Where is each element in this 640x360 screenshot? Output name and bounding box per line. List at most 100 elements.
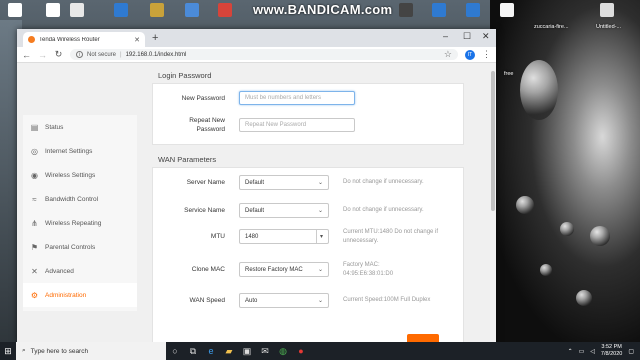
mtu-select[interactable]: 1480 ▾ [239, 229, 329, 244]
search-placeholder: Type here to search [30, 347, 89, 355]
sidebar-item-label: Internet Settings [45, 147, 93, 155]
desktop-wallpaper-drops [490, 0, 640, 342]
new-tab-button[interactable]: + [152, 32, 158, 44]
notification-icon[interactable]: ▢ [628, 348, 634, 355]
service-name-hint: Do not change if unnecessary. [343, 207, 424, 214]
desktop-label[interactable]: zuccaria-fire... [534, 24, 569, 30]
profile-avatar[interactable]: IT [465, 49, 475, 60]
file-explorer-icon[interactable]: ▰ [220, 342, 238, 360]
service-name-select[interactable]: Default ⌄ [239, 203, 329, 218]
watermark: www.BANDICAM.com [253, 2, 393, 17]
sidebar-item-bandwidth-control[interactable]: ≈ Bandwidth Control [23, 187, 137, 211]
wireless-icon: ◉ [31, 170, 38, 180]
sidebar-item-label: Advanced [45, 267, 74, 275]
gear-icon: ⚙ [30, 290, 39, 300]
date: 7/8/2020 [600, 351, 623, 357]
clone-mac-select[interactable]: Restore Factory MAC ⌄ [239, 262, 329, 277]
address-bar[interactable]: i Not secure | 192.168.0.1/index.html ☆ [70, 49, 458, 60]
close-tab-icon[interactable]: ✕ [134, 36, 140, 44]
dropdown-arrow-icon[interactable]: ▾ [315, 230, 323, 243]
edge-icon[interactable]: e [202, 342, 220, 360]
server-name-label: Server Name [186, 179, 225, 186]
sidebar-item-administration[interactable]: ⚙ Administration [23, 283, 137, 307]
new-password-input[interactable]: Must be numbers and letters [239, 91, 355, 105]
file-icon[interactable] [46, 3, 60, 17]
wan-speed-label: WAN Speed [189, 297, 225, 304]
minimize-button[interactable]: – [443, 31, 448, 41]
wan-speed-hint: Current Speed:100M Full Duplex [343, 297, 431, 304]
video-icon[interactable] [466, 3, 480, 17]
forward-button[interactable]: → [38, 50, 47, 60]
video-icon[interactable] [432, 3, 446, 17]
wan-speed-select[interactable]: Auto ⌄ [239, 293, 329, 308]
reload-button[interactable]: ↻ [54, 49, 63, 60]
app-icon[interactable] [114, 3, 128, 17]
sidebar-item-wireless-settings[interactable]: ◉ Wireless Settings [23, 163, 137, 187]
mtu-hint: Current MTU:1480 Do not change if unnece… [343, 228, 463, 245]
file-icon[interactable] [600, 3, 614, 17]
sidebar-item-wireless-repeating[interactable]: ⋔ Wireless Repeating [23, 211, 137, 235]
url-text[interactable]: 192.168.0.1/index.html [126, 52, 187, 58]
tab-title: Tenda Wireless Router [39, 36, 100, 43]
chevron-down-icon: ⌄ [317, 180, 323, 186]
cortana-icon[interactable]: ○ [166, 342, 184, 360]
scrollbar[interactable] [490, 63, 496, 342]
file-icon[interactable] [8, 3, 22, 17]
mail-icon[interactable]: ✉ [256, 342, 274, 360]
sidebar-item-status[interactable]: ▤ Status [23, 115, 137, 139]
maximize-button[interactable]: ☐ [463, 31, 471, 42]
sidebar-item-parental-controls[interactable]: ⚑ Parental Controls [23, 235, 137, 259]
internet-icon: ◎ [31, 146, 38, 156]
taskbar: ⊞ ⌕ Type here to search ○ ⧉ e ▰ ▣ ✉ ◍ ● … [0, 342, 640, 360]
clone-mac-label: Clone MAC [191, 266, 225, 273]
bandicam-icon[interactable]: ● [292, 342, 310, 360]
back-button[interactable]: ← [22, 50, 31, 60]
mtu-value: 1480 [245, 233, 259, 240]
chevron-down-icon: ⌄ [317, 208, 323, 214]
network-icon[interactable]: ▭ [579, 348, 585, 355]
taskbar-search[interactable]: ⌕ Type here to search [16, 342, 166, 360]
clock[interactable]: 3:52 PM 7/8/2020 [601, 344, 622, 358]
info-icon[interactable]: i [76, 51, 83, 58]
server-name-select[interactable]: Default ⌄ [239, 175, 329, 190]
bookmark-star-icon[interactable]: ☆ [444, 49, 452, 60]
mtu-label: MTU [210, 233, 225, 240]
system-tray: ⌃ ▭ ◁ 3:52 PM 7/8/2020 ▢ [568, 342, 634, 360]
windows-start-icon[interactable]: ⊞ [0, 342, 16, 360]
app-icon[interactable] [185, 3, 199, 17]
store-icon[interactable]: ▣ [238, 342, 256, 360]
repeat-password-input[interactable]: Repeat New Password [239, 118, 355, 132]
save-button[interactable] [407, 334, 439, 342]
sidebar: ▤ Status ◎ Internet Settings ◉ Wireless … [23, 115, 137, 311]
desktop-label[interactable]: free [504, 71, 513, 77]
video-icon[interactable] [399, 3, 413, 17]
title-bar: Tenda Wireless Router ✕ + – ☐ ✕ [17, 29, 496, 47]
sidebar-item-internet-settings[interactable]: ◎ Internet Settings [23, 139, 137, 163]
chevron-down-icon: ⌄ [317, 267, 323, 273]
app-icon[interactable] [500, 3, 514, 17]
app-icon[interactable] [150, 3, 164, 17]
chevron-up-icon[interactable]: ⌃ [568, 348, 573, 355]
server-name-value: Default [245, 179, 265, 186]
app-icon[interactable] [218, 3, 232, 17]
task-view-icon[interactable]: ⧉ [184, 342, 202, 360]
separator: | [120, 51, 122, 58]
close-window-button[interactable]: ✕ [482, 31, 490, 42]
service-name-value: Default [245, 207, 265, 214]
wan-parameters-title: WAN Parameters [158, 155, 217, 164]
sidebar-item-label: Wireless Repeating [45, 219, 102, 227]
volume-icon[interactable]: ◁ [590, 348, 595, 355]
server-name-hint: Do not change if unnecessary. [343, 179, 424, 186]
status-icon: ▤ [30, 122, 39, 132]
file-icon[interactable] [70, 3, 84, 17]
chrome-icon[interactable]: ◍ [274, 342, 292, 360]
sidebar-item-label: Status [45, 123, 64, 131]
menu-icon[interactable]: ⋮ [482, 49, 491, 60]
new-password-label: New Password [181, 94, 225, 102]
browser-tab[interactable]: Tenda Wireless Router ✕ [23, 32, 145, 47]
sidebar-item-advanced[interactable]: ✕ Advanced [23, 259, 137, 283]
desktop-label[interactable]: Untitled-... [596, 24, 621, 30]
login-password-title: Login Password [158, 71, 212, 80]
security-label: Not secure [87, 51, 117, 58]
scrollbar-thumb[interactable] [491, 71, 495, 211]
